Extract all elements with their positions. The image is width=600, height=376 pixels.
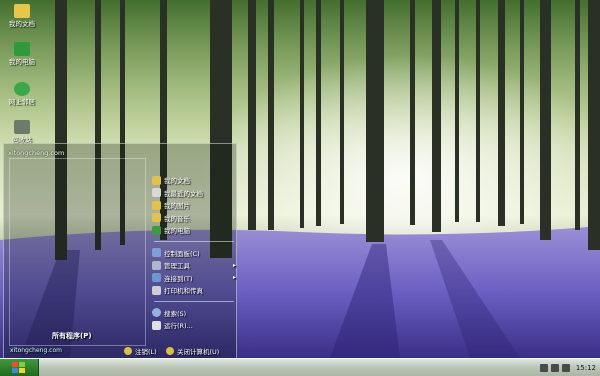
- desktop-icon-network[interactable]: 网上邻居: [4, 82, 40, 106]
- shutdown-label: 关闭计算机(U): [177, 348, 220, 356]
- menu-item-label: 我的电脑: [164, 227, 190, 236]
- menu-item-control-panel[interactable]: 控制面板(C): [152, 247, 236, 260]
- menu-item-label: 控制面板(C): [164, 249, 200, 258]
- menu-item-label: 连接到(T): [164, 274, 193, 283]
- menu-item-my-documents[interactable]: 我的文档: [152, 174, 236, 187]
- printer-icon: [152, 285, 161, 295]
- log-off-button[interactable]: 注销(L): [124, 346, 157, 356]
- menu-separator: [154, 240, 234, 242]
- start-menu-places-pane: 我的文档 我最近的文档 我的图片 我的音乐 我的电脑 控制面板(C) 管理工具 …: [152, 174, 236, 332]
- folder-icon: [152, 175, 161, 185]
- menu-item-recent-documents[interactable]: 我最近的文档: [152, 187, 236, 200]
- security-icon[interactable]: [561, 363, 570, 372]
- recycle-bin-icon: [14, 120, 30, 134]
- footer-watermark: xitongcheng.com: [10, 347, 62, 354]
- menu-item-printers[interactable]: 打印机和传真: [152, 284, 236, 297]
- clock[interactable]: 15:12: [576, 364, 596, 372]
- menu-item-connect-to[interactable]: 连接到(T) ▸: [152, 272, 236, 285]
- desktop-icon-my-documents[interactable]: 我的文档: [4, 4, 40, 28]
- start-menu-user-name: xitongcheng.com: [8, 149, 65, 157]
- menu-item-label: 我最近的文档: [164, 189, 203, 198]
- all-programs-button[interactable]: 所有程序(P): [52, 331, 92, 341]
- desktop-icon-my-computer[interactable]: 我的电脑: [4, 42, 40, 66]
- computer-icon: [152, 225, 161, 235]
- menu-item-label: 我的音乐: [164, 214, 190, 223]
- menu-item-my-pictures[interactable]: 我的图片: [152, 199, 236, 212]
- log-off-icon: [124, 347, 132, 355]
- desktop-wallpaper: 我的文档 我的电脑 网上邻居 回收站 xitongcheng.com 所有程序(…: [0, 0, 600, 358]
- shutdown-button[interactable]: 关闭计算机(U): [166, 346, 219, 356]
- menu-item-my-music[interactable]: 我的音乐: [152, 212, 236, 225]
- menu-item-label: 搜索(S): [164, 309, 187, 318]
- folder-icon: [14, 4, 30, 18]
- desktop-icon-label: 我的电脑: [9, 58, 35, 66]
- menu-item-label: 我的文档: [164, 177, 190, 186]
- desktop-icon-label: 网上邻居: [9, 98, 35, 106]
- menu-item-admin-tools[interactable]: 管理工具 ▸: [152, 259, 236, 272]
- admin-tools-icon: [152, 260, 161, 270]
- power-icon: [166, 347, 174, 355]
- menu-item-label: 运行(R)...: [164, 322, 193, 331]
- start-menu: xitongcheng.com 所有程序(P) 我的文档 我最近的文档 我的图片…: [3, 143, 237, 358]
- menu-item-label: 管理工具: [164, 262, 190, 271]
- start-menu-footer: xitongcheng.com 注销(L) 关闭计算机(U): [4, 344, 236, 358]
- start-menu-programs-pane: 所有程序(P): [9, 158, 146, 346]
- music-icon: [152, 213, 161, 223]
- network-status-icon[interactable]: [539, 363, 548, 372]
- desktop-icon-label: 我的文档: [9, 20, 35, 28]
- menu-item-label: 打印机和传真: [164, 287, 203, 296]
- submenu-arrow-icon: ▸: [232, 274, 236, 282]
- pictures-icon: [152, 200, 161, 210]
- menu-item-run[interactable]: 运行(R)...: [152, 319, 236, 332]
- connect-icon: [152, 273, 161, 283]
- system-tray: 15:12: [539, 359, 600, 376]
- start-button[interactable]: [0, 359, 39, 376]
- computer-icon: [14, 42, 30, 56]
- taskbar: 15:12: [0, 358, 600, 376]
- menu-separator: [154, 300, 234, 302]
- recent-docs-icon: [152, 188, 161, 198]
- submenu-arrow-icon: ▸: [232, 261, 236, 269]
- desktop-icon-recycle-bin[interactable]: 回收站: [4, 120, 40, 144]
- search-icon: [152, 308, 161, 318]
- log-off-label: 注销(L): [135, 348, 157, 356]
- run-icon: [152, 320, 161, 330]
- menu-item-my-computer[interactable]: 我的电脑: [152, 224, 236, 237]
- menu-item-label: 我的图片: [164, 202, 190, 211]
- volume-icon[interactable]: [550, 363, 559, 372]
- control-panel-icon: [152, 248, 161, 258]
- windows-logo-icon: [12, 361, 25, 373]
- network-icon: [14, 82, 30, 96]
- menu-item-search[interactable]: 搜索(S): [152, 307, 236, 320]
